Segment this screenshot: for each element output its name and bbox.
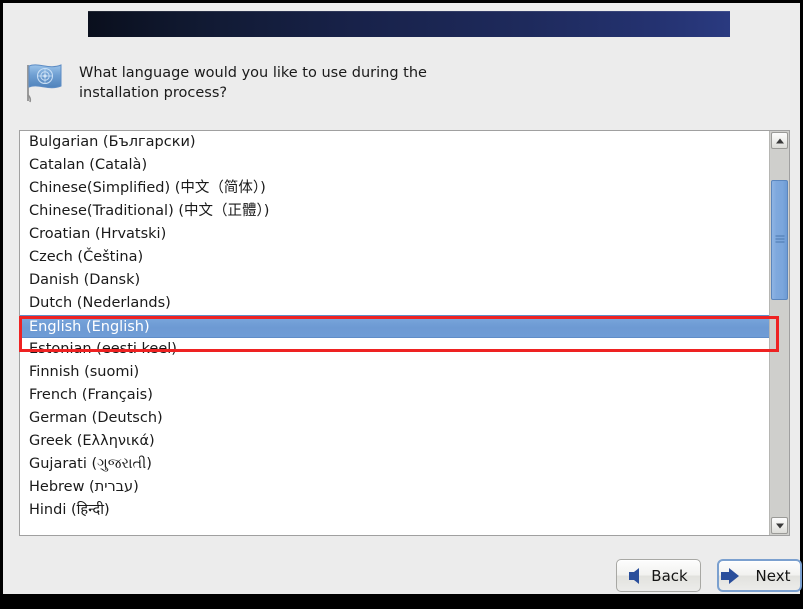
list-item[interactable]: Greek (Ελληνικά) (20, 430, 769, 453)
back-button-label: Back (651, 566, 688, 585)
scroll-down-arrow-button[interactable] (771, 517, 788, 534)
language-list[interactable]: Bulgarian (Български) Catalan (Català) Chi… (20, 131, 769, 535)
installer-progress-bar (88, 11, 730, 37)
arrow-right-icon (720, 567, 739, 584)
list-item[interactable]: Danish (Dansk) (20, 269, 769, 292)
list-item[interactable]: Hindi (हिन्दी) (20, 499, 769, 522)
scrollbar-track[interactable] (771, 150, 788, 516)
scrollbar-grip-icon (775, 235, 784, 245)
list-item[interactable]: Gujarati (ગુજરાતી) (20, 453, 769, 476)
prompt-row: What language would you like to use duri… (17, 55, 777, 111)
next-button[interactable]: Next (717, 559, 802, 592)
list-item[interactable]: Hebrew (עברית) (20, 476, 769, 499)
arrow-left-icon (629, 567, 640, 584)
list-item[interactable]: Chinese(Traditional) (中文（正體）) (20, 200, 769, 223)
back-button[interactable]: Back (616, 559, 701, 592)
list-item[interactable]: Croatian (Hrvatski) (20, 223, 769, 246)
installer-window: What language would you like to use duri… (3, 3, 802, 594)
list-item[interactable]: Dutch (Nederlands) (20, 292, 769, 315)
language-listbox[interactable]: Bulgarian (Български) Catalan (Català) Chi… (19, 130, 790, 536)
list-item[interactable]: French (Français) (20, 384, 769, 407)
list-item[interactable]: German (Deutsch) (20, 407, 769, 430)
installer-screen: What language would you like to use duri… (0, 0, 803, 609)
list-item[interactable]: Bulgarian (Български) (20, 131, 769, 154)
next-button-label: Next (755, 566, 791, 585)
scrollbar-thumb[interactable] (771, 180, 788, 300)
list-item[interactable]: Czech (Čeština) (20, 246, 769, 269)
list-item[interactable]: Estonian (eesti keel) (20, 338, 769, 361)
scroll-up-arrow-icon (775, 138, 784, 143)
scroll-up-arrow-button[interactable] (771, 132, 788, 149)
flag-icon (21, 59, 69, 105)
list-item[interactable]: Finnish (suomi) (20, 361, 769, 384)
list-item[interactable]: Catalan (Català) (20, 154, 769, 177)
scroll-down-arrow-icon (775, 523, 784, 528)
progress-bar-fill (88, 11, 730, 37)
language-list-scrollbar[interactable] (769, 131, 789, 535)
screen-bottom-bar (0, 594, 803, 609)
prompt-text: What language would you like to use duri… (79, 65, 427, 101)
list-item[interactable]: Chinese(Simplified) (中文（简体）) (20, 177, 769, 200)
list-item[interactable]: English (English) (20, 315, 769, 338)
